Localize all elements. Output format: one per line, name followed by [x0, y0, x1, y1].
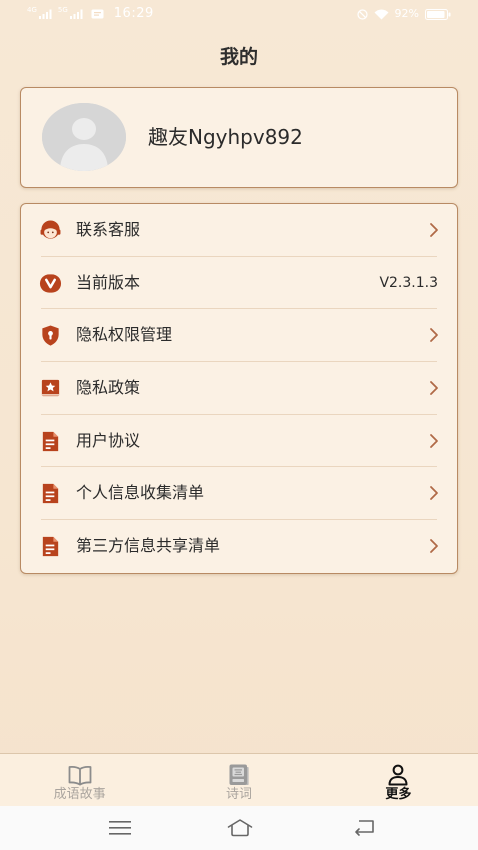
menu-item-user-agreement[interactable]: 用户协议 — [21, 415, 457, 468]
system-navigation-bar — [0, 806, 478, 850]
settings-menu: 联系客服 当前版本 V2.3.1.3 隐私权限管理 隐私政策 用户协议 个人信息… — [20, 203, 458, 574]
status-right: 92% — [356, 6, 451, 22]
status-time: 16:29 — [113, 6, 154, 21]
bottom-tab-bar: 成语故事 诗词 更多 — [0, 753, 478, 806]
home-icon[interactable] — [227, 816, 253, 840]
user-icon — [385, 763, 411, 787]
tab-more[interactable]: 更多 — [319, 754, 478, 806]
menu-item-third-party-sharing-list[interactable]: 第三方信息共享清单 — [21, 520, 457, 573]
menu-item-contact-service[interactable]: 联系客服 — [21, 204, 457, 257]
tab-label: 诗词 — [225, 787, 252, 802]
status-left: 4G 5G 16:29 — [27, 6, 154, 22]
wifi-icon — [374, 9, 389, 19]
battery-percent: 92% — [394, 7, 419, 20]
version-icon — [39, 272, 62, 295]
document-icon — [39, 430, 62, 453]
menu-item-privacy-permissions[interactable]: 隐私权限管理 — [21, 309, 457, 362]
menu-item-label: 联系客服 — [76, 220, 141, 239]
signal-icon — [69, 9, 83, 19]
document-icon — [39, 535, 62, 558]
menu-item-current-version[interactable]: 当前版本 V2.3.1.3 — [21, 257, 457, 310]
document-icon — [39, 482, 62, 505]
profile-card[interactable]: 趣友Ngyhpv892 — [20, 87, 458, 188]
chevron-right-icon — [429, 433, 439, 449]
status-bar: 4G 5G 16:29 92% — [0, 0, 478, 28]
network-type-1: 4G — [27, 6, 37, 14]
menu-item-label: 用户协议 — [76, 430, 141, 450]
network-type-2: 5G — [57, 6, 68, 14]
menu-item-label: 第三方信息共享清单 — [76, 536, 221, 556]
version-value: V2.3.1.3 — [379, 274, 438, 291]
chevron-right-icon — [429, 380, 439, 396]
customer-service-icon — [39, 219, 62, 242]
open-book-icon — [67, 763, 93, 787]
menu-item-personal-info-list[interactable]: 个人信息收集清单 — [21, 467, 457, 520]
shield-icon — [39, 324, 62, 347]
chevron-right-icon — [429, 538, 439, 554]
tab-poetry[interactable]: 诗词 — [159, 754, 318, 806]
username: 趣友Ngyhpv892 — [148, 125, 303, 149]
menu-item-label: 当前版本 — [76, 272, 141, 292]
tab-label: 更多 — [385, 787, 412, 802]
menu-item-label: 个人信息收集清单 — [76, 483, 205, 503]
back-icon[interactable] — [352, 816, 378, 840]
chevron-right-icon — [429, 222, 439, 238]
menu-item-privacy-policy[interactable]: 隐私政策 — [21, 362, 457, 415]
page-title: 我的 — [219, 46, 258, 68]
menu-item-label: 隐私权限管理 — [76, 325, 173, 345]
signal-icon — [38, 9, 52, 19]
default-avatar-icon[interactable] — [42, 103, 126, 171]
battery-icon — [425, 8, 451, 20]
tab-idiom-stories[interactable]: 成语故事 — [0, 754, 159, 806]
chevron-right-icon — [429, 485, 439, 501]
chevron-right-icon — [429, 327, 439, 343]
menu-icon[interactable] — [107, 816, 133, 840]
poetry-book-icon — [226, 763, 252, 787]
notification-icon — [91, 9, 104, 19]
tab-label: 成语故事 — [53, 787, 106, 802]
menu-item-label: 隐私政策 — [76, 378, 141, 398]
do-not-disturb-icon — [356, 8, 368, 20]
star-bookmark-icon — [39, 377, 62, 400]
